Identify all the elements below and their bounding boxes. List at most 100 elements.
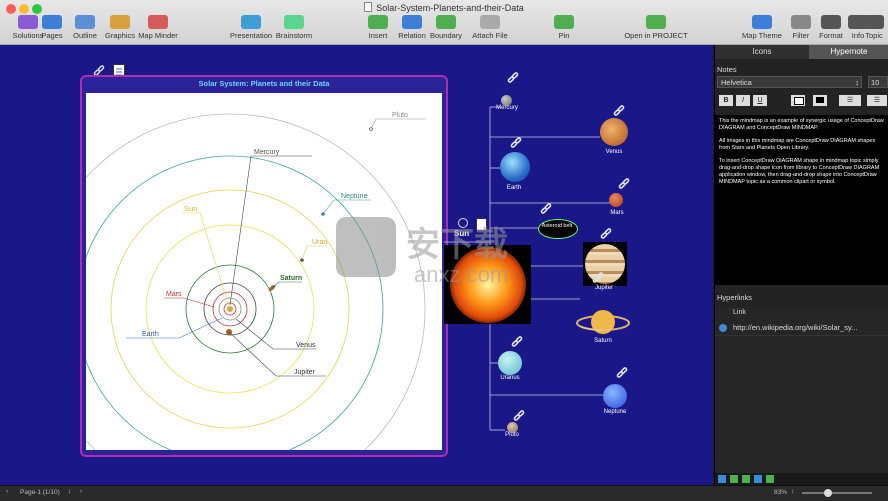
saturn-topic-label: Saturn (594, 338, 612, 344)
pin-icon (554, 15, 574, 29)
attach-file-icon (480, 15, 500, 29)
window-title: Solar-System-Planets-and-their-Data (0, 2, 888, 13)
toolbar-button-boundary[interactable]: Boundary (426, 15, 466, 40)
toolbar-button-map-minder[interactable]: Map Minder (134, 15, 182, 40)
toolbar-button-open-in-project[interactable]: Open in PROJECT (622, 15, 690, 40)
hyperlink-row[interactable]: http://en.wikipedia.org/wiki/Solar_sy... (715, 322, 888, 334)
add-link-icon[interactable] (718, 475, 726, 483)
graphics-icon (110, 15, 130, 29)
zoom-stepper-icon[interactable]: ↕ (791, 488, 794, 495)
toolbar-label: Filter (792, 31, 810, 40)
toolbar-button-filter[interactable]: Filter (785, 15, 817, 40)
mars-topic[interactable] (609, 193, 623, 207)
next-page-icon[interactable]: › (80, 488, 82, 495)
page-indicator[interactable]: Page-1 (1/10) (20, 489, 60, 496)
link-icon[interactable] (507, 72, 519, 84)
watermark: 安下载 anxz.com (336, 207, 556, 297)
toolbar-button-insert[interactable]: Insert (362, 15, 394, 40)
link-icon[interactable] (592, 272, 604, 284)
watermark-sub: anxz.com (414, 262, 509, 287)
link-icon[interactable] (600, 228, 612, 240)
add-topic-link-icon[interactable] (754, 475, 762, 483)
outline-icon (75, 15, 95, 29)
map-minder-icon (148, 15, 168, 29)
toolbar-label: Format (819, 31, 843, 40)
boundary-icon (436, 15, 456, 29)
topic-icon (864, 15, 884, 29)
toolbar-button-brainstorm[interactable]: Brainstorm (270, 15, 318, 40)
add-page-link-icon[interactable] (742, 475, 750, 483)
window-title-text: Solar-System-Planets-and-their-Data (376, 3, 524, 13)
background-color-button[interactable] (813, 95, 827, 106)
zoom-slider[interactable] (802, 489, 872, 497)
sidebar-bottom-bar (715, 473, 888, 485)
mindmap-canvas[interactable]: Solar System: Planets and their Data Plu… (0, 45, 713, 501)
toolbar-label: Outline (73, 31, 97, 40)
brainstorm-icon (284, 15, 304, 29)
toolbar-button-pin[interactable]: Pin (554, 15, 574, 40)
italic-button[interactable]: I (736, 95, 750, 106)
font-size-select[interactable]: 10 (868, 76, 888, 88)
toolbar-button-pages[interactable]: Pages (38, 15, 66, 40)
toolbar-label: Map Theme (742, 31, 782, 40)
uranus-topic-label: Uranus (500, 375, 520, 381)
remove-link-icon[interactable] (766, 475, 774, 483)
notes-paragraph: This the mindmap is an example of synerg… (719, 118, 884, 131)
link-icon[interactable] (618, 178, 630, 190)
hyperlinks-table: Link http://en.wikipedia.org/wiki/Solar_… (715, 307, 888, 473)
open-in-project-icon (646, 15, 666, 29)
earth-topic[interactable] (500, 152, 530, 182)
neptune-topic-label: Neptune (603, 409, 627, 415)
toolbar-button-format[interactable]: Format (815, 15, 847, 40)
map-theme-icon (752, 15, 772, 29)
underline-button[interactable]: U (753, 95, 767, 106)
watermark-logo (336, 217, 396, 277)
indent-button[interactable]: ☰ (867, 95, 887, 106)
toolbar-button-attach-file[interactable]: Attach File (464, 15, 516, 40)
bold-button[interactable]: B (719, 95, 733, 106)
link-icon[interactable] (510, 137, 522, 149)
page-stepper-icon[interactable]: ↕ (68, 488, 71, 495)
toolbar-button-outline[interactable]: Outline (67, 15, 103, 40)
hyperlink-url[interactable]: http://en.wikipedia.org/wiki/Solar_sy... (733, 323, 858, 332)
zoom-level: 83% (774, 489, 788, 496)
toolbar-label: Brainstorm (275, 31, 313, 40)
filter-icon (791, 15, 811, 29)
link-icon[interactable] (616, 367, 628, 379)
prev-page-icon[interactable]: ‹ (6, 488, 8, 495)
toolbar-button-map-theme[interactable]: Map Theme (740, 15, 784, 40)
zoom-slider-thumb[interactable] (824, 489, 832, 497)
add-file-link-icon[interactable] (730, 475, 738, 483)
toolbar-button-topic[interactable]: Topic (860, 15, 888, 40)
notes-editor[interactable]: This the mindmap is an example of synerg… (715, 115, 888, 285)
link-column-header: Link (733, 309, 746, 316)
uranus-topic[interactable] (498, 351, 522, 375)
format-icon (821, 15, 841, 29)
link-icon[interactable] (513, 410, 525, 422)
jupiter-topic[interactable] (583, 242, 627, 286)
jupiter-topic-label: Jupiter (594, 285, 613, 291)
link-icon[interactable] (613, 105, 625, 117)
toolbar-label: Boundary (429, 31, 463, 40)
list-style-button[interactable]: ☰ (839, 95, 861, 106)
solutions-icon (18, 15, 38, 29)
font-select[interactable]: Helvetica ↕ (717, 76, 862, 88)
text-color-button[interactable] (791, 95, 805, 106)
watermark-text: 安下载 (406, 226, 508, 264)
font-size-value: 10 (871, 78, 880, 87)
tab-hypernote[interactable]: Hypernote (809, 45, 888, 59)
mercury-topic-label: Mercury (496, 105, 518, 111)
toolbar-label: Topic (865, 31, 883, 40)
link-icon[interactable] (511, 336, 523, 348)
notes-heading: Notes (717, 65, 737, 74)
chevron-updown-icon: ↕ (855, 78, 859, 87)
globe-icon (719, 324, 727, 332)
pages-icon (42, 15, 62, 29)
toolbar-label: Pages (41, 31, 63, 40)
tab-icons[interactable]: Icons (715, 45, 809, 59)
saturn-topic[interactable] (576, 307, 630, 337)
neptune-topic[interactable] (603, 384, 627, 408)
toolbar-label: Attach File (472, 31, 508, 40)
hyperlinks-heading: Hyperlinks (717, 293, 753, 302)
venus-topic[interactable] (600, 118, 628, 146)
